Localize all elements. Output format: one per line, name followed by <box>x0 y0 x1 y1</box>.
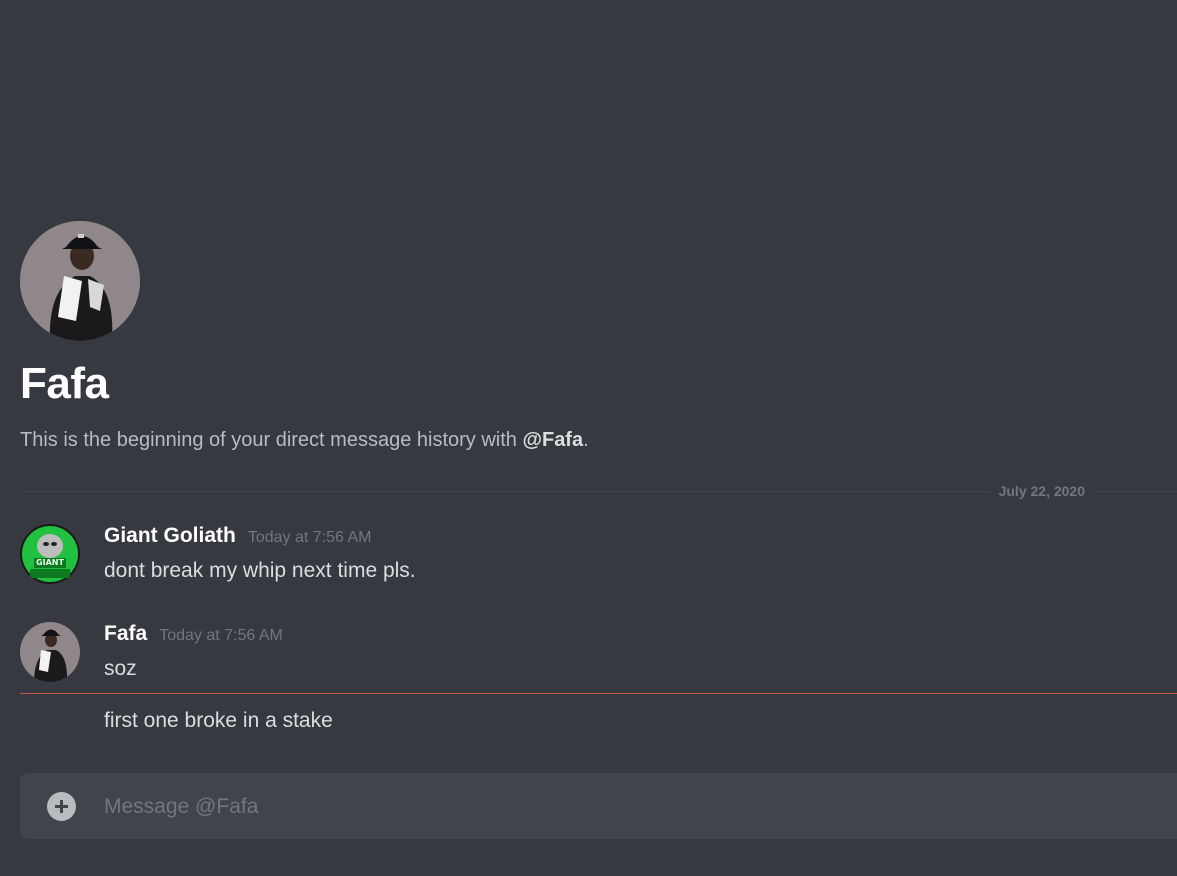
message-text: first one broke in a stake <box>104 709 333 732</box>
date-divider: July 22, 2020 <box>20 481 1177 501</box>
person-avatar-icon <box>20 221 140 341</box>
svg-text:GIANT: GIANT <box>36 558 64 567</box>
message-timestamp: Today at 7:56 AM <box>159 627 283 644</box>
message-author[interactable]: Giant Goliath <box>104 524 236 548</box>
message-input[interactable] <box>104 789 1154 825</box>
intro-text: This is the beginning of your direct mes… <box>20 429 523 451</box>
new-messages-divider <box>20 693 1177 694</box>
message-timestamp: Today at 7:56 AM <box>247 529 372 546</box>
message-header: Fafa Today at 7:56 AM <box>104 622 283 646</box>
dm-chat-view: Fafa This is the beginning of your direc… <box>0 0 1177 876</box>
recipient-mention[interactable]: @Fafa <box>522 429 583 451</box>
add-attachment-icon[interactable] <box>47 792 76 821</box>
dm-intro-text: This is the beginning of your direct mes… <box>20 427 589 453</box>
message-header: Giant Goliath Today at 7:56 AM <box>104 524 371 548</box>
recipient-avatar[interactable] <box>20 221 140 341</box>
message-avatar-giant-goliath[interactable]: GIANT <box>20 524 80 584</box>
recipient-name: Fafa <box>20 359 109 408</box>
message-text: soz <box>104 657 137 680</box>
giant-goliath-avatar-icon: GIANT <box>20 524 80 584</box>
date-divider-label: July 22, 2020 <box>990 481 1093 501</box>
intro-end: . <box>583 429 589 451</box>
person-avatar-icon <box>20 622 80 682</box>
message-composer <box>20 773 1177 839</box>
message-avatar-fafa[interactable] <box>20 622 80 682</box>
message-author[interactable]: Fafa <box>104 622 147 646</box>
message-text: dont break my whip next time pls. <box>104 559 416 582</box>
